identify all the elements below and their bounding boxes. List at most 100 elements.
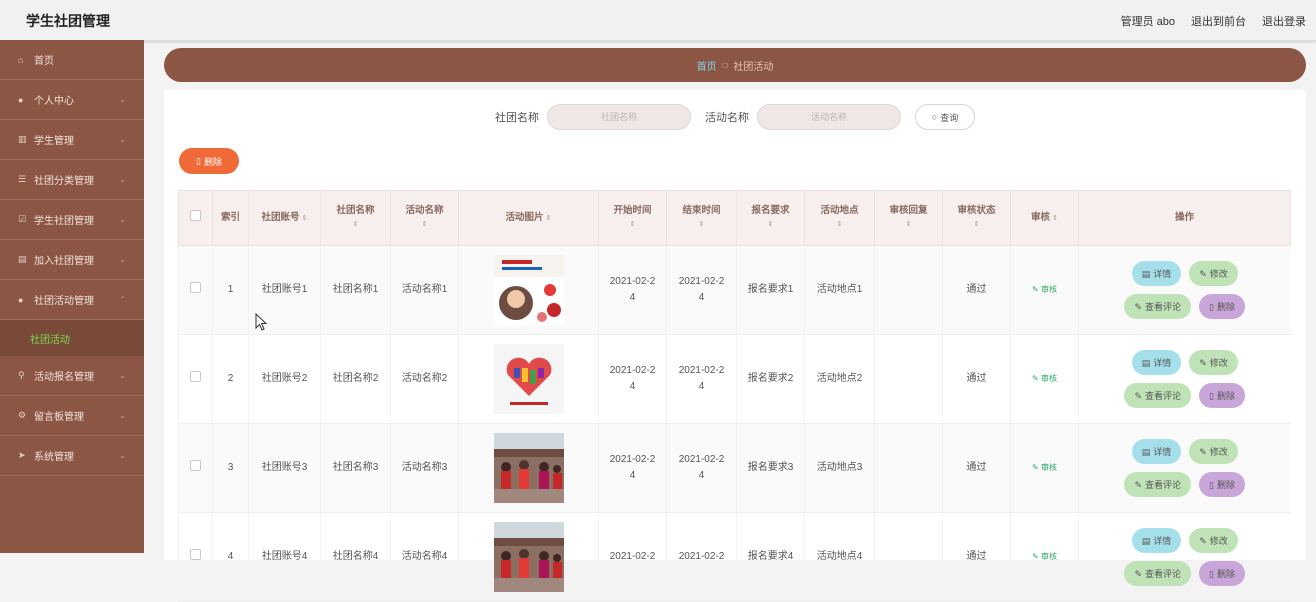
sidebar-item-activity-signup[interactable]: ⚲ 活动报名管理 ⌄ — [0, 356, 144, 396]
breadcrumb-home[interactable]: 首页 — [697, 58, 717, 73]
cell-image[interactable] — [458, 245, 599, 335]
select-all-checkbox[interactable] — [190, 210, 201, 221]
detail-button[interactable]: ▤ 详情 — [1131, 528, 1182, 553]
sidebar-item-message-board[interactable]: ⚙ 留言板管理 ⌄ — [0, 396, 144, 436]
column-header-reply[interactable]: 审核回复 ⇕ — [874, 190, 943, 246]
pencil-icon: ✎ — [1134, 568, 1143, 579]
gear-icon: ⚙ — [18, 410, 27, 420]
detail-button[interactable]: ▤ 详情 — [1131, 439, 1182, 464]
cell-image[interactable] — [458, 334, 599, 424]
sort-icon[interactable]: ⇕ — [546, 215, 552, 222]
column-header-status[interactable]: 审核状态 ⇕ — [942, 190, 1011, 246]
column-header-location[interactable]: 活动地点 ⇕ — [804, 190, 875, 246]
sort-icon[interactable]: ⇕ — [807, 218, 872, 232]
pencil-icon: ✎ — [1134, 390, 1143, 401]
cell-status: 通过 — [942, 423, 1011, 513]
logout-link[interactable]: 退出登录 — [1262, 13, 1306, 29]
row-checkbox[interactable] — [190, 281, 201, 293]
sort-icon[interactable]: ⇕ — [945, 218, 1008, 232]
audit-link[interactable]: ✎ 审核 — [1032, 552, 1057, 561]
sidebar-item-label: 学生社团管理 — [34, 216, 94, 227]
table-header-row: 索引 社团账号 ⇕ 社团名称 ⇕ 活动名称 ⇕ 活动图片 ⇕ 开始时间 ⇕ 结束时间 ⇕ 报… — [178, 190, 1291, 246]
cell-index: 4 — [212, 512, 249, 602]
column-header-club-name[interactable]: 社团名称 ⇕ — [320, 190, 391, 246]
cell-reply — [874, 334, 943, 424]
sidebar-item-students[interactable]: ▥ 学生管理 ⌄ — [0, 120, 144, 160]
chevron-down-icon: ⌄ — [119, 175, 126, 184]
row-select-cell[interactable] — [178, 334, 213, 424]
edit-button[interactable]: ✎ 修改 — [1189, 350, 1238, 375]
search-button[interactable]: ○ 查询 — [915, 104, 975, 130]
sort-icon[interactable]: ⇕ — [302, 215, 308, 222]
send-icon: ➤ — [18, 450, 26, 460]
sort-icon[interactable]: ⇕ — [877, 218, 940, 232]
audit-link[interactable]: ✎ 审核 — [1032, 463, 1057, 472]
select-all-header[interactable] — [178, 190, 213, 246]
edit-button[interactable]: ✎ 修改 — [1189, 439, 1238, 464]
activity-name-input[interactable] — [757, 104, 901, 130]
edit-button[interactable]: ✎ 修改 — [1189, 528, 1238, 553]
delete-row-button[interactable]: ▯ 删除 — [1199, 294, 1246, 319]
column-header-start[interactable]: 开始时间 ⇕ — [598, 190, 667, 246]
column-header-image[interactable]: 活动图片 ⇕ — [458, 190, 599, 246]
sort-icon[interactable]: ⇕ — [1052, 215, 1058, 222]
column-header-audit[interactable]: 审核 ⇕ — [1010, 190, 1079, 246]
sidebar-item-label: 学生管理 — [34, 136, 74, 147]
edit-button[interactable]: ✎ 修改 — [1189, 261, 1238, 286]
club-name-input[interactable] — [547, 104, 691, 130]
activity-image[interactable] — [461, 522, 596, 592]
sidebar-item-label: 社团活动管理 — [34, 296, 94, 307]
sidebar-item-club-activity[interactable]: ● 社团活动管理 ⌃ — [0, 280, 144, 320]
cell-ops: ▤ 详情 ✎ 修改 ✎ 查看评论 ▯ 删除 — [1078, 423, 1291, 513]
row-checkbox[interactable] — [190, 370, 201, 382]
batch-delete-button[interactable]: ▯ 删除 — [179, 148, 239, 174]
activity-image[interactable] — [461, 433, 596, 503]
row-select-cell[interactable] — [178, 512, 213, 602]
column-header-account[interactable]: 社团账号 ⇕ — [248, 190, 321, 246]
cell-account: 社团账号2 — [248, 334, 321, 424]
activity-image[interactable] — [461, 344, 596, 414]
view-comments-button[interactable]: ✎ 查看评论 — [1124, 472, 1192, 497]
sidebar-item-system[interactable]: ➤ 系统管理 ⌄ — [0, 436, 144, 476]
cell-index: 2 — [212, 334, 249, 424]
view-comments-button[interactable]: ✎ 查看评论 — [1124, 383, 1192, 408]
activity-image[interactable] — [461, 255, 596, 325]
sidebar-item-home[interactable]: ⌂ 首页 — [0, 40, 144, 80]
sidebar-item-personal-center[interactable]: ● 个人中心 ⌄ — [0, 80, 144, 120]
sidebar-item-join-club[interactable]: ▤ 加入社团管理 ⌄ — [0, 240, 144, 280]
view-comments-button[interactable]: ✎ 查看评论 — [1124, 561, 1192, 586]
sort-icon[interactable]: ⇕ — [669, 218, 734, 232]
delete-row-button[interactable]: ▯ 删除 — [1199, 383, 1246, 408]
audit-link[interactable]: ✎ 审核 — [1032, 374, 1057, 383]
sort-icon[interactable]: ⇕ — [601, 218, 664, 232]
row-checkbox[interactable] — [190, 459, 201, 471]
user-icon: ● — [18, 294, 24, 305]
cell-index: 1 — [212, 245, 249, 335]
sidebar-subitem-club-activity[interactable]: 社团活动 — [0, 320, 144, 356]
sidebar-item-club-category[interactable]: ☰ 社团分类管理 ⌄ — [0, 160, 144, 200]
column-header-requirement[interactable]: 报名要求 ⇕ — [736, 190, 805, 246]
row-select-cell[interactable] — [178, 245, 213, 335]
back-to-front-link[interactable]: 退出到前台 — [1191, 13, 1246, 29]
view-comments-button[interactable]: ✎ 查看评论 — [1124, 294, 1192, 319]
delete-row-button[interactable]: ▯ 删除 — [1199, 472, 1246, 497]
detail-button[interactable]: ▤ 详情 — [1131, 350, 1182, 375]
sort-icon[interactable]: ⇕ — [739, 218, 802, 232]
chevron-down-icon: ⌄ — [119, 215, 126, 224]
sidebar-item-student-club[interactable]: ☑ 学生社团管理 ⌄ — [0, 200, 144, 240]
cell-image[interactable] — [458, 512, 599, 602]
sort-icon[interactable]: ⇕ — [393, 218, 456, 232]
column-header-activity-name[interactable]: 活动名称 ⇕ — [390, 190, 459, 246]
column-header-end[interactable]: 结束时间 ⇕ — [666, 190, 737, 246]
row-select-cell[interactable] — [178, 423, 213, 513]
delete-row-button[interactable]: ▯ 删除 — [1199, 561, 1246, 586]
admin-label[interactable]: 管理员 abo — [1121, 13, 1175, 29]
cell-location: 活动地点3 — [804, 423, 875, 513]
cell-image[interactable] — [458, 423, 599, 513]
sort-icon[interactable]: ⇕ — [323, 218, 388, 232]
detail-button[interactable]: ▤ 详情 — [1131, 261, 1182, 286]
sidebar-item-label: 活动报名管理 — [34, 372, 94, 383]
activity-name-label: 活动名称 — [705, 112, 749, 124]
row-checkbox[interactable] — [190, 548, 201, 560]
audit-link[interactable]: ✎ 审核 — [1032, 285, 1057, 294]
